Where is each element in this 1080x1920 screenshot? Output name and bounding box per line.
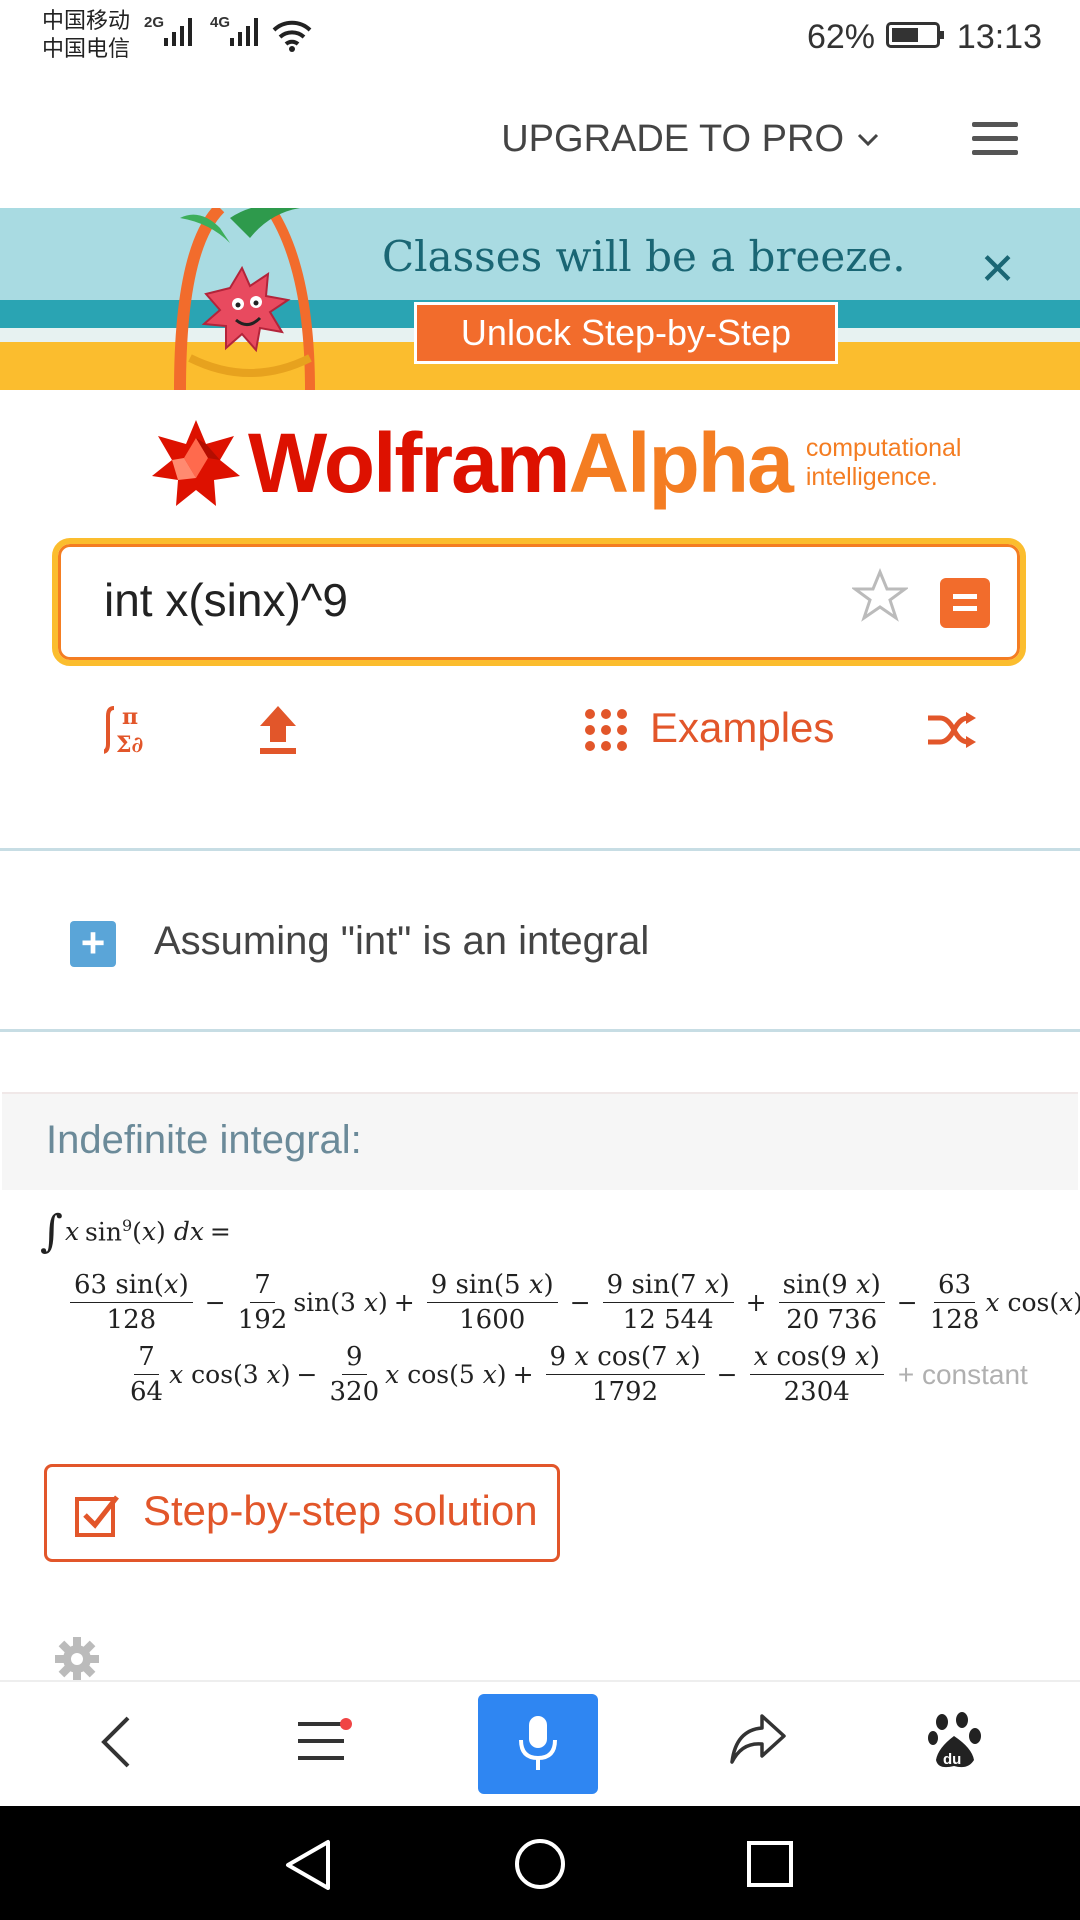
gear-icon[interactable]	[54, 1636, 100, 1682]
svg-text:π: π	[122, 704, 138, 730]
examples-grid-icon[interactable]	[584, 708, 628, 752]
mascot-illustration	[174, 208, 315, 390]
search-input[interactable]	[102, 572, 806, 628]
svg-text:du: du	[943, 1751, 961, 1768]
baidu-paw-icon[interactable]: du	[928, 1712, 984, 1772]
constant-term: + constant	[897, 1358, 1028, 1390]
back-arrow-icon[interactable]	[96, 1712, 136, 1772]
assumption-text: Assuming "int" is an integral	[154, 919, 650, 963]
examples-link[interactable]: Examples	[650, 704, 834, 752]
share-icon[interactable]	[728, 1712, 788, 1768]
shuffle-icon[interactable]	[926, 712, 976, 748]
android-nav-bar	[0, 1806, 1080, 1920]
battery-percent: 62%	[806, 18, 875, 56]
formula-line-1: 63 sin(x) 128 − 7 192 sin(3 x) + 9 sin(5 x)…	[64, 1270, 1080, 1335]
svg-text:Σ∂: Σ∂	[116, 732, 143, 758]
notification-dot	[340, 1718, 352, 1730]
upgrade-to-pro-button[interactable]: UPGRADE TO PRO	[501, 118, 880, 161]
logo-tagline-line1: computational	[805, 434, 962, 462]
banner-headline: Classes will be a breeze.	[382, 232, 906, 281]
network-type-1: 2G	[144, 14, 165, 31]
nav-recents-icon[interactable]	[746, 1840, 794, 1888]
voice-search-button[interactable]	[478, 1694, 598, 1794]
star-icon[interactable]	[852, 568, 908, 624]
spikey-logo-icon	[152, 420, 240, 506]
integral-formula: ∫ x sin9(x) dx = 63 sin(x) 128 − 7 192 sin(3…	[40, 1200, 1080, 1420]
logo-tagline-line2: intelligence.	[805, 463, 938, 491]
upload-icon[interactable]	[258, 700, 298, 756]
clock: 13:13	[956, 18, 1042, 56]
microphone-icon	[519, 1716, 557, 1770]
wolframalpha-logo[interactable]: Wolfram Alpha computational intelligence…	[150, 416, 962, 510]
site-header: UPGRADE TO PRO	[0, 72, 1080, 210]
wifi-icon	[272, 20, 312, 52]
formula-lhs: ∫ x sin9(x) dx =	[40, 1206, 231, 1257]
carrier-2: 中国电信	[42, 36, 131, 61]
formula-line-2: 7 64 x cos(3 x) − 9 320 x cos(5 x) + 9 x cos…	[130, 1342, 1028, 1407]
signal-icon-2	[230, 18, 258, 46]
chevron-down-icon	[857, 133, 879, 146]
network-type-2: 4G	[210, 14, 231, 31]
search-box	[52, 538, 1026, 666]
battery-icon	[886, 22, 944, 48]
promo-banner[interactable]: Classes will be a breeze. Unlock Step-by…	[0, 208, 1080, 390]
assumption-panel: + Assuming "int" is an integral	[0, 848, 1080, 1032]
step-by-step-label: Step-by-step solution	[143, 1487, 538, 1534]
step-by-step-solution-button[interactable]: Step-by-step solution	[44, 1464, 560, 1562]
carrier-1: 中国移动	[42, 8, 131, 33]
expand-plus-icon[interactable]: +	[70, 921, 116, 967]
browser-toolbar: du	[0, 1680, 1080, 1808]
hamburger-menu-icon[interactable]	[972, 122, 1018, 156]
menu-icon[interactable]	[296, 1718, 346, 1764]
nav-back-icon[interactable]	[282, 1838, 332, 1892]
signal-icon-1	[164, 18, 192, 46]
nav-home-icon[interactable]	[514, 1838, 566, 1890]
equals-icon[interactable]	[940, 578, 990, 628]
logo-wolfram-text: Wolfram	[248, 415, 570, 510]
logo-alpha-text: Alpha	[568, 415, 793, 510]
checkbox-icon	[75, 1495, 119, 1537]
pod-title: Indefinite integral:	[46, 1118, 362, 1162]
unlock-step-by-step-button[interactable]: Unlock Step-by-Step	[414, 302, 838, 364]
logo-tagline: computational intelligence.	[806, 434, 962, 492]
upgrade-label: UPGRADE TO PRO	[501, 118, 844, 160]
status-bar: 中国移动 中国电信 2G 4G 62% 13:13	[0, 0, 1080, 72]
math-input-icon[interactable]: π Σ∂	[104, 700, 158, 760]
result-pod-header: Indefinite integral:	[2, 1092, 1078, 1190]
close-icon[interactable]: ✕	[979, 244, 1016, 295]
